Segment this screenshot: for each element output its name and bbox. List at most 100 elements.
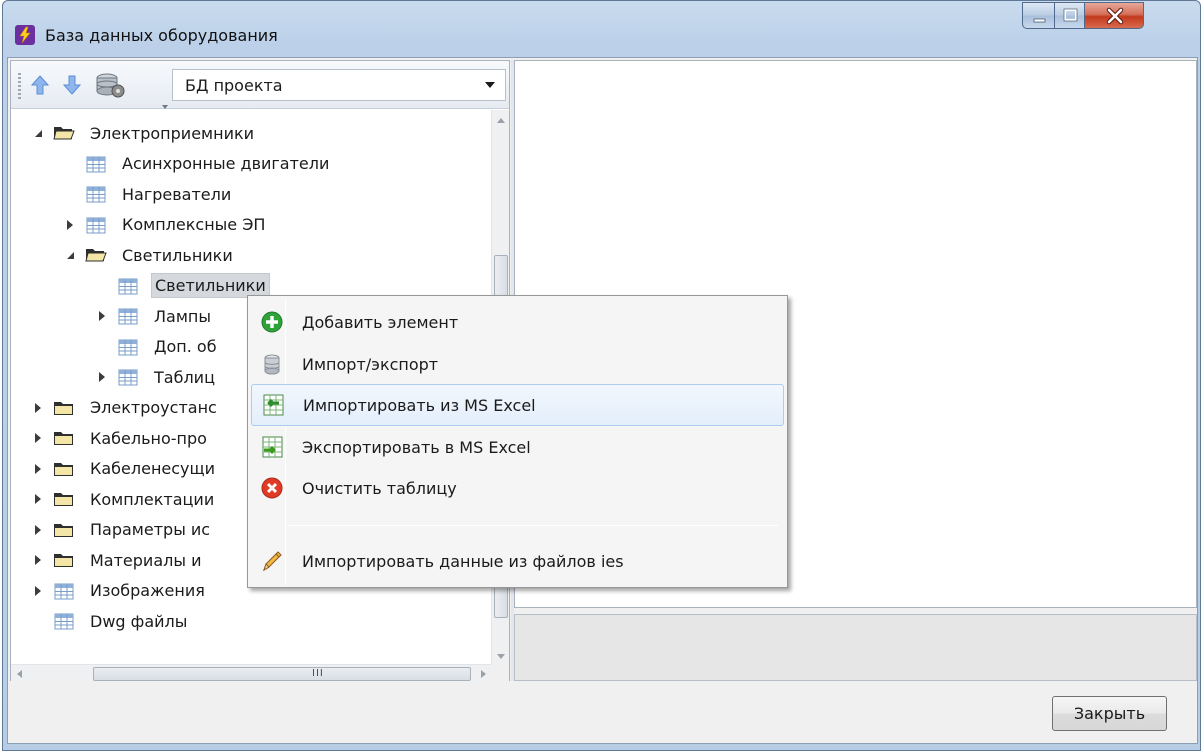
tree-item[interactable]: Нагреватели: [63, 179, 234, 209]
tree-item[interactable]: Кабеленесущи: [31, 454, 218, 484]
collapsed-arrow-icon[interactable]: [95, 309, 109, 323]
tree-item-label: Комплексные ЭП: [122, 215, 266, 234]
leaf-spacer: [31, 614, 45, 628]
tree-toolbar: БД проекта: [11, 61, 509, 109]
context-menu-item-label: Импортировать данные из файлов ies: [302, 551, 624, 571]
leaf-spacer: [95, 279, 109, 293]
expanded-arrow-icon[interactable]: [31, 126, 45, 140]
folder-icon: [53, 490, 75, 508]
tree-item-label: Dwg файлы: [90, 611, 188, 631]
collapsed-arrow-icon[interactable]: [31, 492, 45, 506]
pencil-icon: [260, 549, 284, 573]
close-window-button[interactable]: [1084, 2, 1144, 29]
table-icon: [53, 582, 75, 600]
clear-red-icon: [260, 476, 284, 500]
equipment-database-window: База данных оборудования БД проекта Элек…: [2, 0, 1201, 751]
folder-icon: [53, 460, 75, 478]
context-menu-item[interactable]: Импортировать данные из файлов ies: [251, 540, 784, 582]
folder-icon: [53, 399, 75, 417]
table-icon: [85, 216, 107, 234]
context-menu-item-label: Добавить элемент: [302, 312, 459, 332]
tree-item[interactable]: Асинхронные двигатели: [63, 149, 332, 179]
context-menu-item[interactable]: Экспортировать в MS Excel: [251, 426, 784, 468]
tree-item-label: Материалы и: [90, 550, 202, 570]
excel-import-icon: [261, 393, 285, 417]
tree-item-label: Кабеленесущи: [90, 459, 215, 478]
tree-item[interactable]: Комплектации: [31, 484, 217, 514]
scroll-left-icon[interactable]: [17, 670, 22, 678]
tree-item[interactable]: Таблиц: [95, 362, 218, 392]
folder-icon: [53, 551, 75, 569]
context-menu-item[interactable]: Добавить элемент: [251, 301, 784, 343]
leaf-spacer: [63, 157, 77, 171]
scroll-grip: III: [312, 668, 324, 679]
collapsed-arrow-icon[interactable]: [95, 370, 109, 384]
window-title: База данных оборудования: [45, 26, 278, 45]
context-menu-item[interactable]: Импорт/экспорт: [251, 343, 784, 385]
collapsed-arrow-icon[interactable]: [31, 523, 45, 537]
title-bar[interactable]: База данных оборудования: [3, 1, 1200, 57]
tree-item[interactable]: Комплексные ЭП: [63, 210, 268, 240]
scroll-down-icon[interactable]: [497, 654, 505, 659]
folder-open-icon: [85, 246, 107, 264]
minimize-icon: [1033, 18, 1046, 23]
close-button[interactable]: Закрыть: [1052, 696, 1167, 731]
tree-item-label: Электроприемники: [90, 123, 255, 143]
collapsed-arrow-icon[interactable]: [31, 401, 45, 415]
tree-item-label: Изображения: [90, 581, 205, 600]
tree-item-label: Электроустанс: [90, 398, 217, 417]
tree-item[interactable]: Лампы: [95, 301, 214, 331]
collapsed-arrow-icon[interactable]: [31, 553, 45, 567]
collapsed-arrow-icon[interactable]: [31, 584, 45, 598]
database-settings-button[interactable]: [93, 71, 129, 99]
collapsed-arrow-icon[interactable]: [31, 431, 45, 445]
maximize-icon: [1063, 8, 1078, 22]
tree-item-label: Светильники: [122, 245, 233, 265]
table-icon: [85, 155, 107, 173]
tree-item-label: Доп. об: [154, 337, 217, 356]
tree-item-label: Кабельно-про: [90, 428, 207, 448]
context-menu-item[interactable]: Очистить таблицу: [251, 467, 784, 509]
scroll-up-icon[interactable]: [497, 118, 505, 123]
tree-item[interactable]: Материалы и: [31, 545, 204, 575]
collapsed-arrow-icon[interactable]: [31, 462, 45, 476]
tree-item-label: Комплектации: [90, 489, 215, 509]
scroll-right-icon[interactable]: [481, 670, 486, 678]
database-icon: [260, 352, 284, 376]
minimize-button[interactable]: [1022, 2, 1055, 29]
move-down-button[interactable]: [59, 71, 85, 99]
collapsed-arrow-icon[interactable]: [63, 218, 77, 232]
tree-item[interactable]: Кабельно-про: [31, 423, 210, 453]
toolbar-grip[interactable]: [18, 73, 21, 99]
tree-item[interactable]: Dwg файлы: [31, 606, 190, 636]
tree-item[interactable]: Электроприемники: [31, 118, 257, 148]
context-menu-item-label: Очистить таблицу: [302, 478, 457, 498]
scrollbar-corner: [491, 664, 509, 682]
tree-item[interactable]: Светильники: [63, 240, 236, 270]
move-up-icon: [30, 75, 50, 95]
tree-horizontal-scrollbar[interactable]: III: [11, 664, 491, 682]
database-select[interactable]: БД проекта: [172, 69, 506, 101]
table-icon: [53, 612, 75, 630]
tree-item-label: Таблиц: [154, 367, 215, 387]
tree-item[interactable]: Доп. об: [95, 332, 220, 362]
context-menu: Добавить элемент Импорт/экспорт Импортиров…: [247, 295, 788, 588]
move-up-button[interactable]: [27, 71, 53, 99]
maximize-button[interactable]: [1054, 2, 1085, 29]
toolbar-overflow-icon[interactable]: [161, 95, 169, 109]
context-menu-item[interactable]: Импортировать из MS Excel: [251, 384, 784, 426]
tree-item[interactable]: Изображения: [31, 576, 208, 606]
tree-item[interactable]: Светильники: [95, 271, 270, 301]
folder-icon: [53, 521, 75, 539]
close-icon: [1106, 7, 1124, 25]
database-settings-icon: [96, 73, 125, 98]
leaf-spacer: [63, 187, 77, 201]
folder-open-icon: [53, 124, 75, 142]
tree-item[interactable]: Параметры ис: [31, 515, 213, 545]
horizontal-scroll-thumb[interactable]: III: [93, 667, 471, 681]
expanded-arrow-icon[interactable]: [63, 248, 77, 262]
table-icon: [117, 338, 139, 356]
table-icon: [85, 185, 107, 203]
tree-item[interactable]: Электроустанс: [31, 393, 220, 423]
lightning-app-icon: [15, 25, 35, 45]
